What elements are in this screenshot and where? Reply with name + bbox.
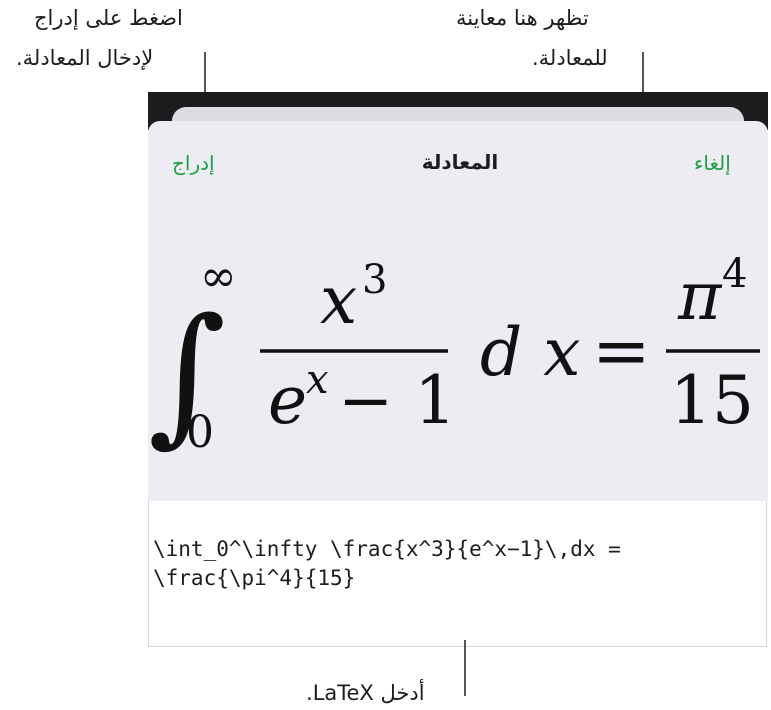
equals-sign: =: [592, 310, 651, 392]
result-numerator-exponent: 4: [722, 251, 747, 297]
integrand-denominator-base: e: [268, 362, 307, 439]
latex-line-1: \int_0^\infty \frac{x^3}{e^x−1}\,dx =: [153, 537, 621, 561]
integrand-numerator: x: [320, 262, 357, 339]
preview-callout-line2: للمعادلة.: [532, 46, 608, 70]
result-denominator: 15: [670, 362, 754, 439]
result-numerator: π: [677, 258, 723, 335]
latex-line-2: \frac{\pi^4}{15}: [153, 566, 356, 590]
dialog-title: المعادلة: [421, 150, 499, 174]
latex-input[interactable]: \int_0^\infty \frac{x^3}{e^x−1}\,dx = \f…: [153, 535, 763, 615]
insert-button[interactable]: إدراج: [172, 151, 215, 175]
equation-preview: ∫ ∞ 0 x 3 e x − 1 d x = π 4 15: [148, 251, 760, 461]
preview-callout-line1: تظهر هنا معاينة: [456, 6, 589, 30]
insert-callout-line1: اضغط على إدراج: [34, 6, 183, 30]
integrand-denominator-rest: − 1: [338, 362, 456, 439]
integrand-denominator-exponent: x: [306, 357, 329, 403]
insert-callout-line2: لإدخال المعادلة.: [16, 46, 154, 70]
cancel-button[interactable]: إلغاء: [694, 151, 731, 175]
latex-callout: أدخل LaTeX.: [306, 681, 425, 705]
latex-editor: \int_0^\infty \frac{x^3}{e^x−1}\,dx = \f…: [148, 501, 767, 647]
differential: d x: [480, 314, 580, 391]
integral-lower-limit: 0: [186, 407, 214, 458]
latex-callout-leader: [464, 640, 466, 696]
integrand-numerator-exponent: 3: [362, 257, 387, 303]
integral-upper-limit: ∞: [200, 251, 237, 302]
